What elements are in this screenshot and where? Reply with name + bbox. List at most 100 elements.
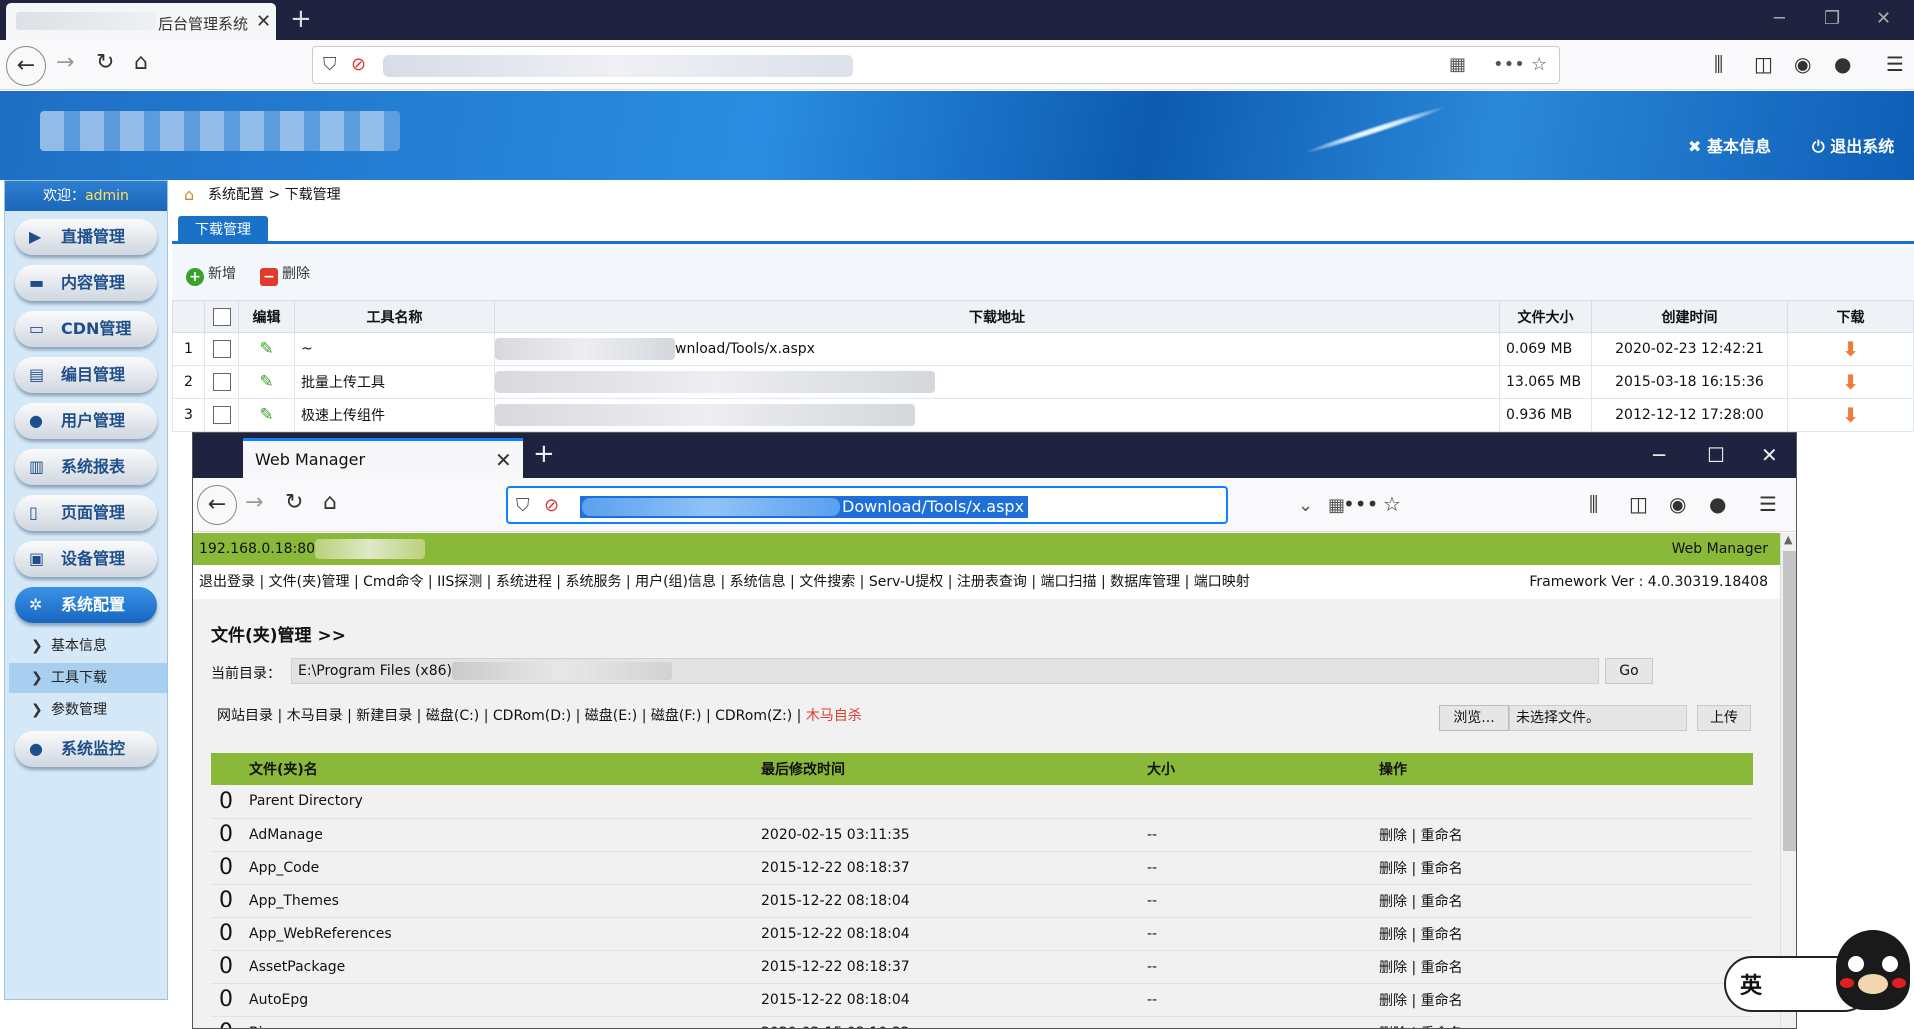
more-icon[interactable]: •••: [1343, 492, 1378, 516]
shield-icon[interactable]: ⛉: [323, 54, 337, 75]
sidebar-item-play[interactable]: ▶ 直播管理: [15, 219, 157, 255]
self-kill-link[interactable]: 木马自杀: [806, 708, 862, 724]
sidebar-item-bar-chart[interactable]: ▥ 系统报表: [15, 449, 157, 485]
file-name-link[interactable]: App_Code: [241, 851, 761, 885]
row-checkbox[interactable]: [212, 340, 231, 358]
file-actions[interactable]: 删除 | 重命名: [1379, 818, 1753, 852]
file-actions[interactable]: 删除 | 重命名: [1379, 983, 1753, 1017]
close-window-icon[interactable]: ✕: [1761, 443, 1778, 467]
upload-button[interactable]: 上传: [1697, 705, 1751, 731]
select-all-checkbox[interactable]: [212, 307, 231, 326]
scrollbar-thumb[interactable]: [1783, 551, 1796, 851]
file-actions[interactable]: [1379, 785, 1753, 819]
forward-arrow-icon[interactable]: →: [56, 50, 74, 75]
file-mtime: 2015-12-22 08:18:04: [761, 884, 1147, 918]
browse-button[interactable]: 浏览...: [1439, 705, 1509, 731]
account-icon[interactable]: ◉: [1669, 492, 1686, 516]
close-window-icon[interactable]: ✕: [1876, 8, 1891, 29]
qr-code-icon[interactable]: ▦: [1449, 54, 1466, 75]
hamburger-menu-icon[interactable]: ☰: [1759, 492, 1777, 516]
download-table: 编辑 工具名称 下载地址 文件大小 创建时间 下载 1 ✎ ~ wnload/T…: [172, 300, 1914, 432]
go-button[interactable]: Go: [1605, 658, 1653, 684]
close-icon[interactable]: ✕: [256, 11, 271, 32]
more-icon[interactable]: •••: [1493, 54, 1525, 75]
submenu-item[interactable]: ❯ 工具下载: [9, 663, 167, 693]
new-tab-button[interactable]: +: [533, 439, 555, 469]
file-name-link[interactable]: App_WebReferences: [241, 917, 761, 951]
file-name-link[interactable]: AssetPackage: [241, 950, 761, 984]
folder-icon: 0: [211, 785, 241, 819]
file-name-link[interactable]: Parent Directory: [241, 785, 761, 819]
outer-tab-title: 后台管理系统: [158, 15, 249, 33]
new-tab-button[interactable]: +: [290, 4, 312, 34]
library-icon[interactable]: ⫼: [1714, 52, 1723, 76]
sidebar-icon[interactable]: ◫: [1754, 52, 1773, 76]
library-icon[interactable]: ⫼: [1589, 492, 1598, 516]
home-icon[interactable]: ⌂: [134, 50, 148, 75]
basic-info-link[interactable]: ✖ 基本信息: [1688, 133, 1771, 157]
account-icon[interactable]: ◉: [1794, 52, 1811, 76]
delete-button[interactable]: − 删除: [260, 263, 310, 286]
inner-url-bar[interactable]: ⛉ ⊘ Download/Tools/x.aspx ⌄ ▦: [506, 486, 1345, 524]
current-dir-input[interactable]: E:\Program Files (x86): [291, 658, 1599, 684]
sidebar-item-page[interactable]: ▯ 页面管理: [15, 495, 157, 531]
bookmark-star-icon[interactable]: ☆: [1531, 54, 1547, 75]
maximize-icon[interactable]: ☐: [1707, 443, 1725, 467]
insecure-lock-icon[interactable]: ⊘: [351, 54, 366, 75]
download-arrow-icon[interactable]: ⬇: [1842, 403, 1859, 427]
home-icon[interactable]: ⌂: [323, 490, 337, 515]
forward-arrow-icon[interactable]: →: [245, 490, 263, 515]
restore-icon[interactable]: ❐: [1824, 8, 1840, 29]
file-actions[interactable]: 删除 | 重命名: [1379, 950, 1753, 984]
scroll-up-icon[interactable]: ▲: [1784, 533, 1792, 546]
submenu-item[interactable]: ❯ 基本信息: [25, 631, 165, 661]
sidebar-item-monitor[interactable]: ▭ CDN管理: [15, 311, 157, 347]
sidebar-item-gear[interactable]: ✲ 系统配置: [15, 587, 157, 623]
outer-tab-cms[interactable]: 后台管理系统 ✕: [6, 3, 276, 40]
file-actions[interactable]: 删除 | 重命名: [1379, 917, 1753, 951]
row-checkbox[interactable]: [212, 373, 231, 391]
sidebar-item-user[interactable]: ● 用户管理: [15, 403, 157, 439]
edit-pencil-icon[interactable]: ✎: [259, 405, 273, 425]
reload-icon[interactable]: ↻: [96, 50, 114, 75]
inner-tab-web-manager[interactable]: Web Manager ✕: [243, 438, 523, 478]
submenu-item[interactable]: ❯ 参数管理: [25, 695, 165, 725]
file-name-link[interactable]: AdManage: [241, 818, 761, 852]
back-arrow-icon[interactable]: ←: [197, 485, 237, 525]
minimize-icon[interactable]: ─: [1774, 8, 1785, 29]
bookmark-star-icon[interactable]: ☆: [1383, 492, 1401, 516]
outer-url-bar[interactable]: ⛉ ⊘ ▦ ••• ☆: [312, 46, 1560, 84]
download-arrow-icon[interactable]: ⬇: [1842, 337, 1859, 361]
back-arrow-icon[interactable]: ←: [6, 46, 46, 86]
file-actions[interactable]: 删除 | 重命名: [1379, 1016, 1753, 1028]
minimize-icon[interactable]: ─: [1653, 443, 1665, 467]
logout-link[interactable]: ⏻ 退出系统: [1812, 133, 1894, 157]
file-name-link[interactable]: AutoEpg: [241, 983, 761, 1017]
hamburger-menu-icon[interactable]: ☰: [1886, 52, 1904, 76]
tab-download-management[interactable]: 下载管理: [178, 216, 268, 244]
edit-pencil-icon[interactable]: ✎: [259, 339, 273, 359]
scrollbar[interactable]: ▲: [1780, 533, 1796, 1028]
row-checkbox[interactable]: [212, 406, 231, 424]
sidebar-item-chat[interactable]: ● 系统监控: [15, 731, 157, 767]
sidebar-item-folder[interactable]: ▬ 内容管理: [15, 265, 157, 301]
file-actions[interactable]: 删除 | 重命名: [1379, 851, 1753, 885]
shield-icon[interactable]: ⛉: [516, 495, 530, 516]
chevron-down-icon[interactable]: ⌄: [1298, 495, 1313, 516]
extension-icon[interactable]: ●: [1709, 492, 1726, 516]
file-name-link[interactable]: App_Themes: [241, 884, 761, 918]
edit-pencil-icon[interactable]: ✎: [259, 372, 273, 392]
file-actions[interactable]: 删除 | 重命名: [1379, 884, 1753, 918]
close-icon[interactable]: ✕: [495, 448, 512, 472]
download-arrow-icon[interactable]: ⬇: [1842, 370, 1859, 394]
insecure-lock-icon[interactable]: ⊘: [544, 495, 559, 516]
extension-icon[interactable]: ●: [1834, 52, 1851, 76]
sidebar-icon[interactable]: ◫: [1629, 492, 1648, 516]
sidebar-item-device[interactable]: ▣ 设备管理: [15, 541, 157, 577]
add-button[interactable]: + 新增: [186, 263, 236, 286]
wm-menu-links[interactable]: 退出登录 | 文件(夹)管理 | Cmd命令 | IIS探测 | 系统进程 | …: [199, 574, 1250, 590]
reload-icon[interactable]: ↻: [285, 490, 303, 515]
file-name-link[interactable]: Bin: [241, 1016, 761, 1028]
sidebar-item-book[interactable]: ▤ 编目管理: [15, 357, 157, 393]
tab-favicon-blur: [16, 12, 156, 30]
